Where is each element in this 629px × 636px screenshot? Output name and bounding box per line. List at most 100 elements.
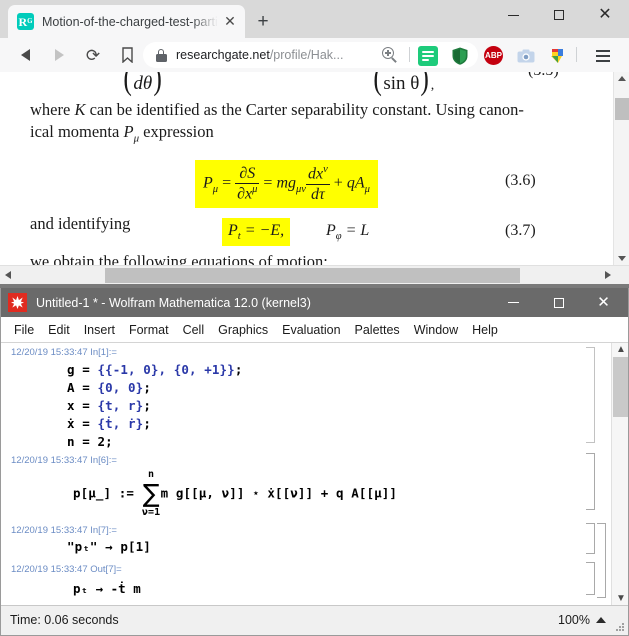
menu-item-graphics[interactable]: Graphics	[211, 320, 275, 340]
reload-button[interactable]: ⟳	[78, 40, 108, 70]
browser-minimize-button[interactable]	[490, 0, 536, 30]
eq37-P2: P	[326, 222, 336, 239]
zoom-level-label[interactable]: 100%	[558, 613, 590, 627]
pdf-vertical-scrollbar[interactable]	[613, 72, 629, 265]
mathematica-statusbar: Time: 0.06 seconds 100%	[1, 605, 628, 634]
browser-tab-title: Motion-of-the-charged-test-partic	[42, 14, 218, 29]
cell-2-rhs: m g[[μ, ν]] ⋆ ẋ[[ν]] + q A[[μ]]	[160, 485, 397, 501]
maximize-icon	[553, 297, 564, 308]
close-icon: ✕	[597, 294, 610, 311]
bookmark-button[interactable]	[112, 40, 142, 70]
notebook-vertical-scrollbar[interactable]: ▲ ▼	[611, 343, 628, 605]
researchgate-favicon-icon: RG	[17, 13, 34, 30]
url-path: /profile/Hak...	[269, 48, 344, 62]
p1-b: can be identified as the Carter separabi…	[85, 100, 524, 119]
adblock-plus-extension-icon[interactable]: ABP	[484, 46, 503, 65]
eq36-frac1: ∂S ∂xμ	[235, 165, 260, 204]
pdf-equation-37-rhs: Pφ = L	[326, 222, 369, 242]
pdf-paragraph-1: where K can be identified as the Carter …	[30, 100, 524, 120]
pdf-page: (dθ) (sin θ), (3.5) where K can be ident…	[0, 72, 594, 265]
browser-window: RG Motion-of-the-charged-test-partic ✕ +…	[0, 0, 629, 290]
pdf-viewer: (dθ) (sin θ), (3.5) where K can be ident…	[0, 72, 629, 290]
cell-1-line-3: x = {t, r};	[67, 398, 151, 413]
menu-item-palettes[interactable]: Palettes	[348, 320, 407, 340]
hamburger-line-3	[596, 59, 610, 62]
pdf-hscroll-thumb[interactable]	[105, 268, 520, 283]
url-host: researchgate.net	[176, 48, 270, 62]
pdf-horizontal-scrollbar[interactable]	[0, 265, 629, 284]
scroll-chevron-down-icon[interactable]: ▼	[616, 594, 626, 604]
menu-item-format[interactable]: Format	[122, 320, 176, 340]
menu-item-help[interactable]: Help	[465, 320, 505, 340]
notebook-vscroll-thumb[interactable]	[613, 357, 628, 417]
mathematica-maximize-button[interactable]	[536, 288, 581, 317]
favicon-superscript: G	[27, 17, 33, 25]
hamburger-line-2	[596, 55, 610, 57]
p1-a: where	[30, 100, 75, 119]
cell-stamp-in1: 12/20/19 15:33:47 In[1]:=	[11, 347, 117, 358]
cell-4-output: pₜ → -ṫ m	[73, 581, 141, 596]
p2-P: P	[123, 122, 134, 141]
forward-arrow-icon	[54, 49, 64, 61]
scroll-chevron-up-icon[interactable]: ▲	[616, 345, 626, 355]
sum-upper-limit: n	[148, 469, 155, 480]
cell-bracket-3[interactable]	[586, 523, 595, 554]
cell-group-bracket[interactable]	[597, 523, 606, 598]
pdf-equation-tag-37: (3.7)	[505, 222, 536, 239]
abp-label: ABP	[485, 51, 502, 60]
browser-menu-button[interactable]	[592, 45, 614, 67]
scrollbar-up-arrow-icon[interactable]	[618, 76, 626, 81]
camera-extension-icon[interactable]	[516, 46, 536, 66]
zoom-magnifier-icon[interactable]	[382, 47, 399, 64]
menu-item-insert[interactable]: Insert	[77, 320, 122, 340]
cell-1-line-5: n = 2;	[67, 434, 113, 449]
cell-bracket-2[interactable]	[586, 453, 595, 510]
tab-close-icon[interactable]: ✕	[221, 13, 239, 31]
hamburger-line-1	[596, 50, 610, 53]
forward-button	[44, 40, 74, 70]
cell-1-line-1: g = {{-1, 0}, {0, +1}};	[67, 362, 243, 377]
back-button[interactable]	[10, 40, 40, 70]
scrollbar-left-arrow-icon[interactable]	[5, 271, 11, 279]
mathematica-close-button[interactable]: ✕	[581, 288, 626, 317]
scrollbar-down-arrow-icon[interactable]	[618, 256, 626, 261]
eq36-frac2: dxν dτ	[306, 164, 330, 204]
browser-close-button[interactable]: ✕	[582, 0, 628, 30]
scrollbar-right-arrow-icon[interactable]	[605, 271, 611, 279]
shield-extension-icon[interactable]	[450, 46, 470, 66]
zoom-caret-icon[interactable]	[596, 617, 606, 623]
toolbar-divider	[409, 47, 410, 62]
pdf-equation-tag-35: (3.5)	[528, 72, 559, 80]
pdf-vscroll-thumb[interactable]	[615, 98, 629, 120]
sum-lower-limit: ν=1	[141, 507, 161, 518]
bookmark-icon	[121, 47, 133, 63]
browser-tab[interactable]: RG Motion-of-the-charged-test-partic ✕	[8, 5, 245, 38]
eq36-eq2: =	[259, 174, 277, 192]
eq36-frac2-num: dxν	[306, 164, 330, 185]
notebook-paper: 12/20/19 15:33:47 In[1]:= g = {{-1, 0}, …	[1, 343, 611, 605]
download-manager-extension-icon[interactable]	[548, 46, 568, 66]
cell-bracket-4[interactable]	[586, 562, 595, 595]
eq36-mg-sub: μν	[296, 183, 306, 195]
menu-item-edit[interactable]: Edit	[41, 320, 77, 340]
google-keep-extension-icon[interactable]	[418, 46, 438, 66]
menu-item-evaluation[interactable]: Evaluation	[275, 320, 347, 340]
cell-1-line-2: A = {0, 0};	[67, 380, 151, 395]
browser-maximize-button[interactable]	[536, 0, 582, 30]
notebook-area[interactable]: 12/20/19 15:33:47 In[1]:= g = {{-1, 0}, …	[1, 342, 628, 605]
close-icon: ✕	[598, 6, 612, 23]
menu-item-file[interactable]: File	[7, 320, 41, 340]
mathematica-titlebar[interactable]: Untitled-1 * - Wolfram Mathematica 12.0 …	[1, 288, 628, 317]
pdf-equation-36: Pμ = ∂S ∂xμ = mgμν dxν dτ + qAμ	[195, 160, 378, 208]
cell-bracket-1[interactable]	[586, 347, 595, 443]
new-tab-button[interactable]: +	[251, 10, 275, 34]
menu-item-window[interactable]: Window	[407, 320, 465, 340]
pdf-equation-37-lhs: Pt = −E,	[222, 218, 291, 247]
minimize-icon	[508, 302, 519, 303]
eq36-P: P	[203, 174, 213, 192]
mathematica-minimize-button[interactable]	[491, 288, 536, 317]
cell-2-lhs: p[μ_] :=	[73, 485, 142, 501]
menu-item-cell[interactable]: Cell	[176, 320, 212, 340]
window-resize-grip[interactable]	[615, 622, 624, 631]
cell-stamp-in7: 12/20/19 15:33:47 In[7]:=	[11, 525, 117, 536]
